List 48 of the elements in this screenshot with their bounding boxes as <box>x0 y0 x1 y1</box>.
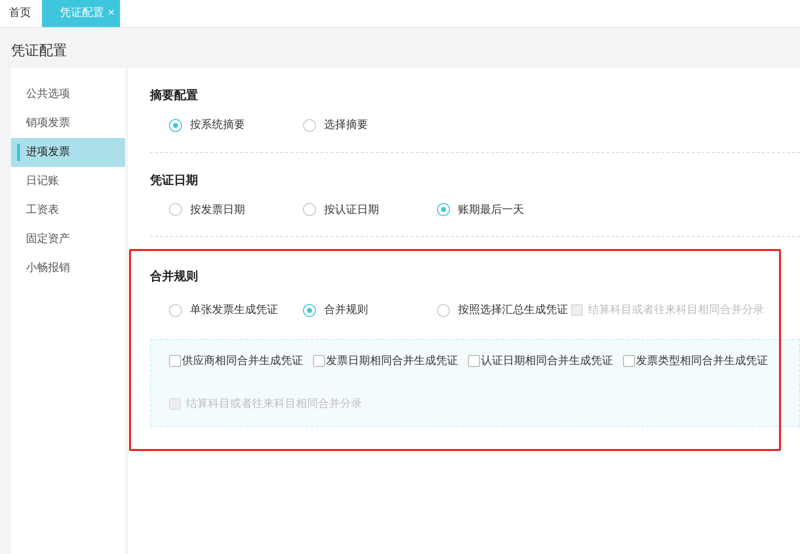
radio-button[interactable] <box>169 203 182 216</box>
section-title: 合并规则 <box>150 268 199 285</box>
radio-button[interactable] <box>437 304 450 317</box>
radio-option[interactable]: 按系统摘要 <box>169 117 303 134</box>
section-title: 凭证日期 <box>150 172 199 188</box>
checkbox-option[interactable]: 发票类型相同合并生成凭证 <box>623 352 768 369</box>
radio-button[interactable] <box>303 304 316 317</box>
checkbox[interactable] <box>623 354 635 367</box>
radio-option[interactable]: 单张发票生成凭证 <box>169 302 303 318</box>
checkbox-label: 发票类型相同合并生成凭证 <box>636 354 768 368</box>
radio-button[interactable] <box>303 203 316 216</box>
section-title: 摘要配置 <box>150 87 199 104</box>
radio-option[interactable]: 账期最后一天 <box>437 202 571 218</box>
checkbox-option[interactable]: 供应商相同合并生成凭证 <box>169 352 303 369</box>
sidebar-item[interactable]: 固定资产 <box>11 225 125 254</box>
sidebar-item[interactable]: 销项发票 <box>11 109 125 138</box>
checkbox-label: 供应商相同合并生成凭证 <box>182 354 303 368</box>
radio-option[interactable]: 选择摘要 <box>303 117 437 134</box>
radio-label: 合并规则 <box>324 302 368 318</box>
sidebar-item[interactable]: 工资表 <box>11 196 125 225</box>
radio-option[interactable]: 合并规则 <box>303 302 437 318</box>
radio-label: 账期最后一天 <box>458 202 524 218</box>
radio-label: 按系统摘要 <box>190 118 245 133</box>
radio-button[interactable] <box>437 203 450 216</box>
checkbox[interactable] <box>468 354 480 367</box>
sidebar-item[interactable]: 日记账 <box>11 167 125 196</box>
checkbox[interactable] <box>313 354 325 367</box>
radio-option[interactable]: 按照选择汇总生成凭证 <box>437 302 571 318</box>
sidebar-item[interactable]: 公共选项 <box>11 80 125 109</box>
radio-button[interactable] <box>169 304 182 317</box>
page-tab[interactable]: 首页 <box>0 0 42 27</box>
sidebar-item[interactable]: 小畅报销 <box>11 254 125 283</box>
checkbox-option[interactable]: 发票日期相同合并生成凭证 <box>313 352 458 369</box>
radio-option[interactable]: 按发票日期 <box>169 202 303 218</box>
checkbox-label: 认证日期相同合并生成凭证 <box>481 354 613 368</box>
radio-label: 按照选择汇总生成凭证 <box>458 303 568 318</box>
checkbox[interactable] <box>169 354 181 367</box>
radio-option[interactable]: 按认证日期 <box>303 202 437 218</box>
sidebar-item[interactable]: 进项发票 <box>11 138 125 167</box>
checkbox-label: 发票日期相同合并生成凭证 <box>326 354 458 368</box>
radio-button[interactable] <box>169 118 182 132</box>
page-title: 凭证配置 <box>10 41 68 60</box>
radio-label: 单张发票生成凭证 <box>190 303 278 318</box>
checkbox-option[interactable]: 认证日期相同合并生成凭证 <box>468 352 613 369</box>
radio-label: 选择摘要 <box>324 118 368 133</box>
radio-button[interactable] <box>303 118 316 132</box>
radio-label: 按认证日期 <box>324 202 379 218</box>
radio-label: 按发票日期 <box>190 202 245 218</box>
